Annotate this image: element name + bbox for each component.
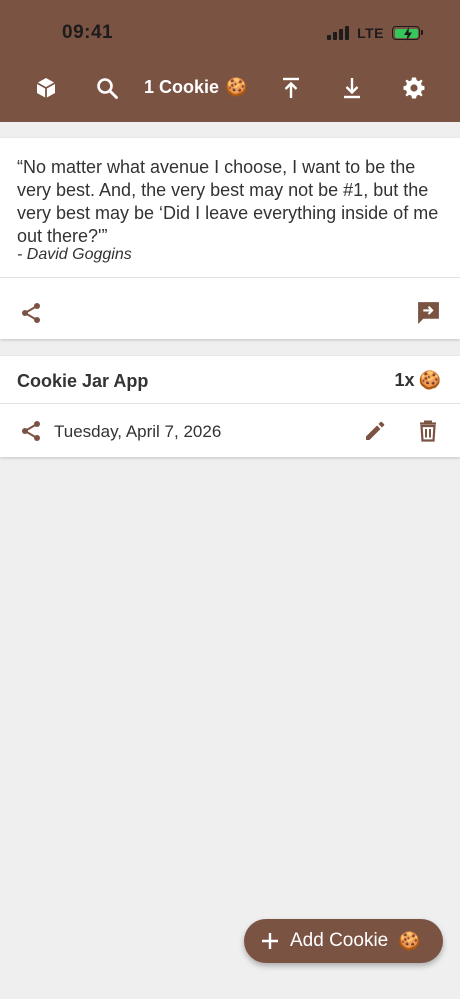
status-indicators: LTE [327, 25, 423, 41]
cube-icon[interactable] [34, 76, 58, 100]
battery-icon [392, 26, 423, 41]
status-time: 09:41 [62, 22, 114, 43]
divider [0, 277, 460, 278]
comment-forward-icon[interactable] [416, 300, 441, 325]
cookie-icon: 🍪 [418, 370, 441, 391]
add-cookie-button[interactable]: Add Cookie 🍪 [244, 919, 443, 963]
jar-count-value: 1x [394, 370, 415, 390]
cookie-count-title: 1 Cookie [144, 77, 220, 97]
quote-author: - David Goggins [17, 246, 132, 263]
jar-count: 1x 🍪 [395, 370, 441, 391]
download-icon[interactable] [340, 76, 364, 100]
page-title: 1 Cookie 🍪 [144, 77, 247, 98]
quote-text: “No matter what avenue I choose, I want … [17, 157, 439, 246]
quote-card: “No matter what avenue I choose, I want … [0, 138, 460, 339]
cookie-icon: 🍪 [398, 930, 421, 952]
jar-date: Tuesday, April 7, 2026 [54, 422, 222, 441]
jar-title: Cookie Jar App [17, 371, 149, 391]
divider [0, 403, 460, 404]
plus-icon [262, 933, 278, 949]
toolbar: 1 Cookie 🍪 [0, 66, 460, 110]
signal-icon [327, 26, 350, 40]
trash-icon[interactable] [416, 419, 440, 443]
gear-icon[interactable] [402, 76, 426, 100]
share-icon[interactable] [19, 419, 43, 443]
cookie-jar-card[interactable]: Cookie Jar App 1x 🍪 Tuesday, April 7, 20… [0, 356, 460, 457]
share-icon[interactable] [19, 301, 43, 325]
add-cookie-label: Add Cookie [290, 930, 389, 951]
search-icon[interactable] [95, 76, 119, 100]
network-label: LTE [357, 25, 384, 41]
upload-icon[interactable] [279, 76, 303, 100]
app-header: 09:41 LTE 1 Cookie 🍪 [0, 0, 460, 122]
cookie-icon: 🍪 [225, 77, 248, 98]
edit-icon[interactable] [363, 419, 387, 443]
